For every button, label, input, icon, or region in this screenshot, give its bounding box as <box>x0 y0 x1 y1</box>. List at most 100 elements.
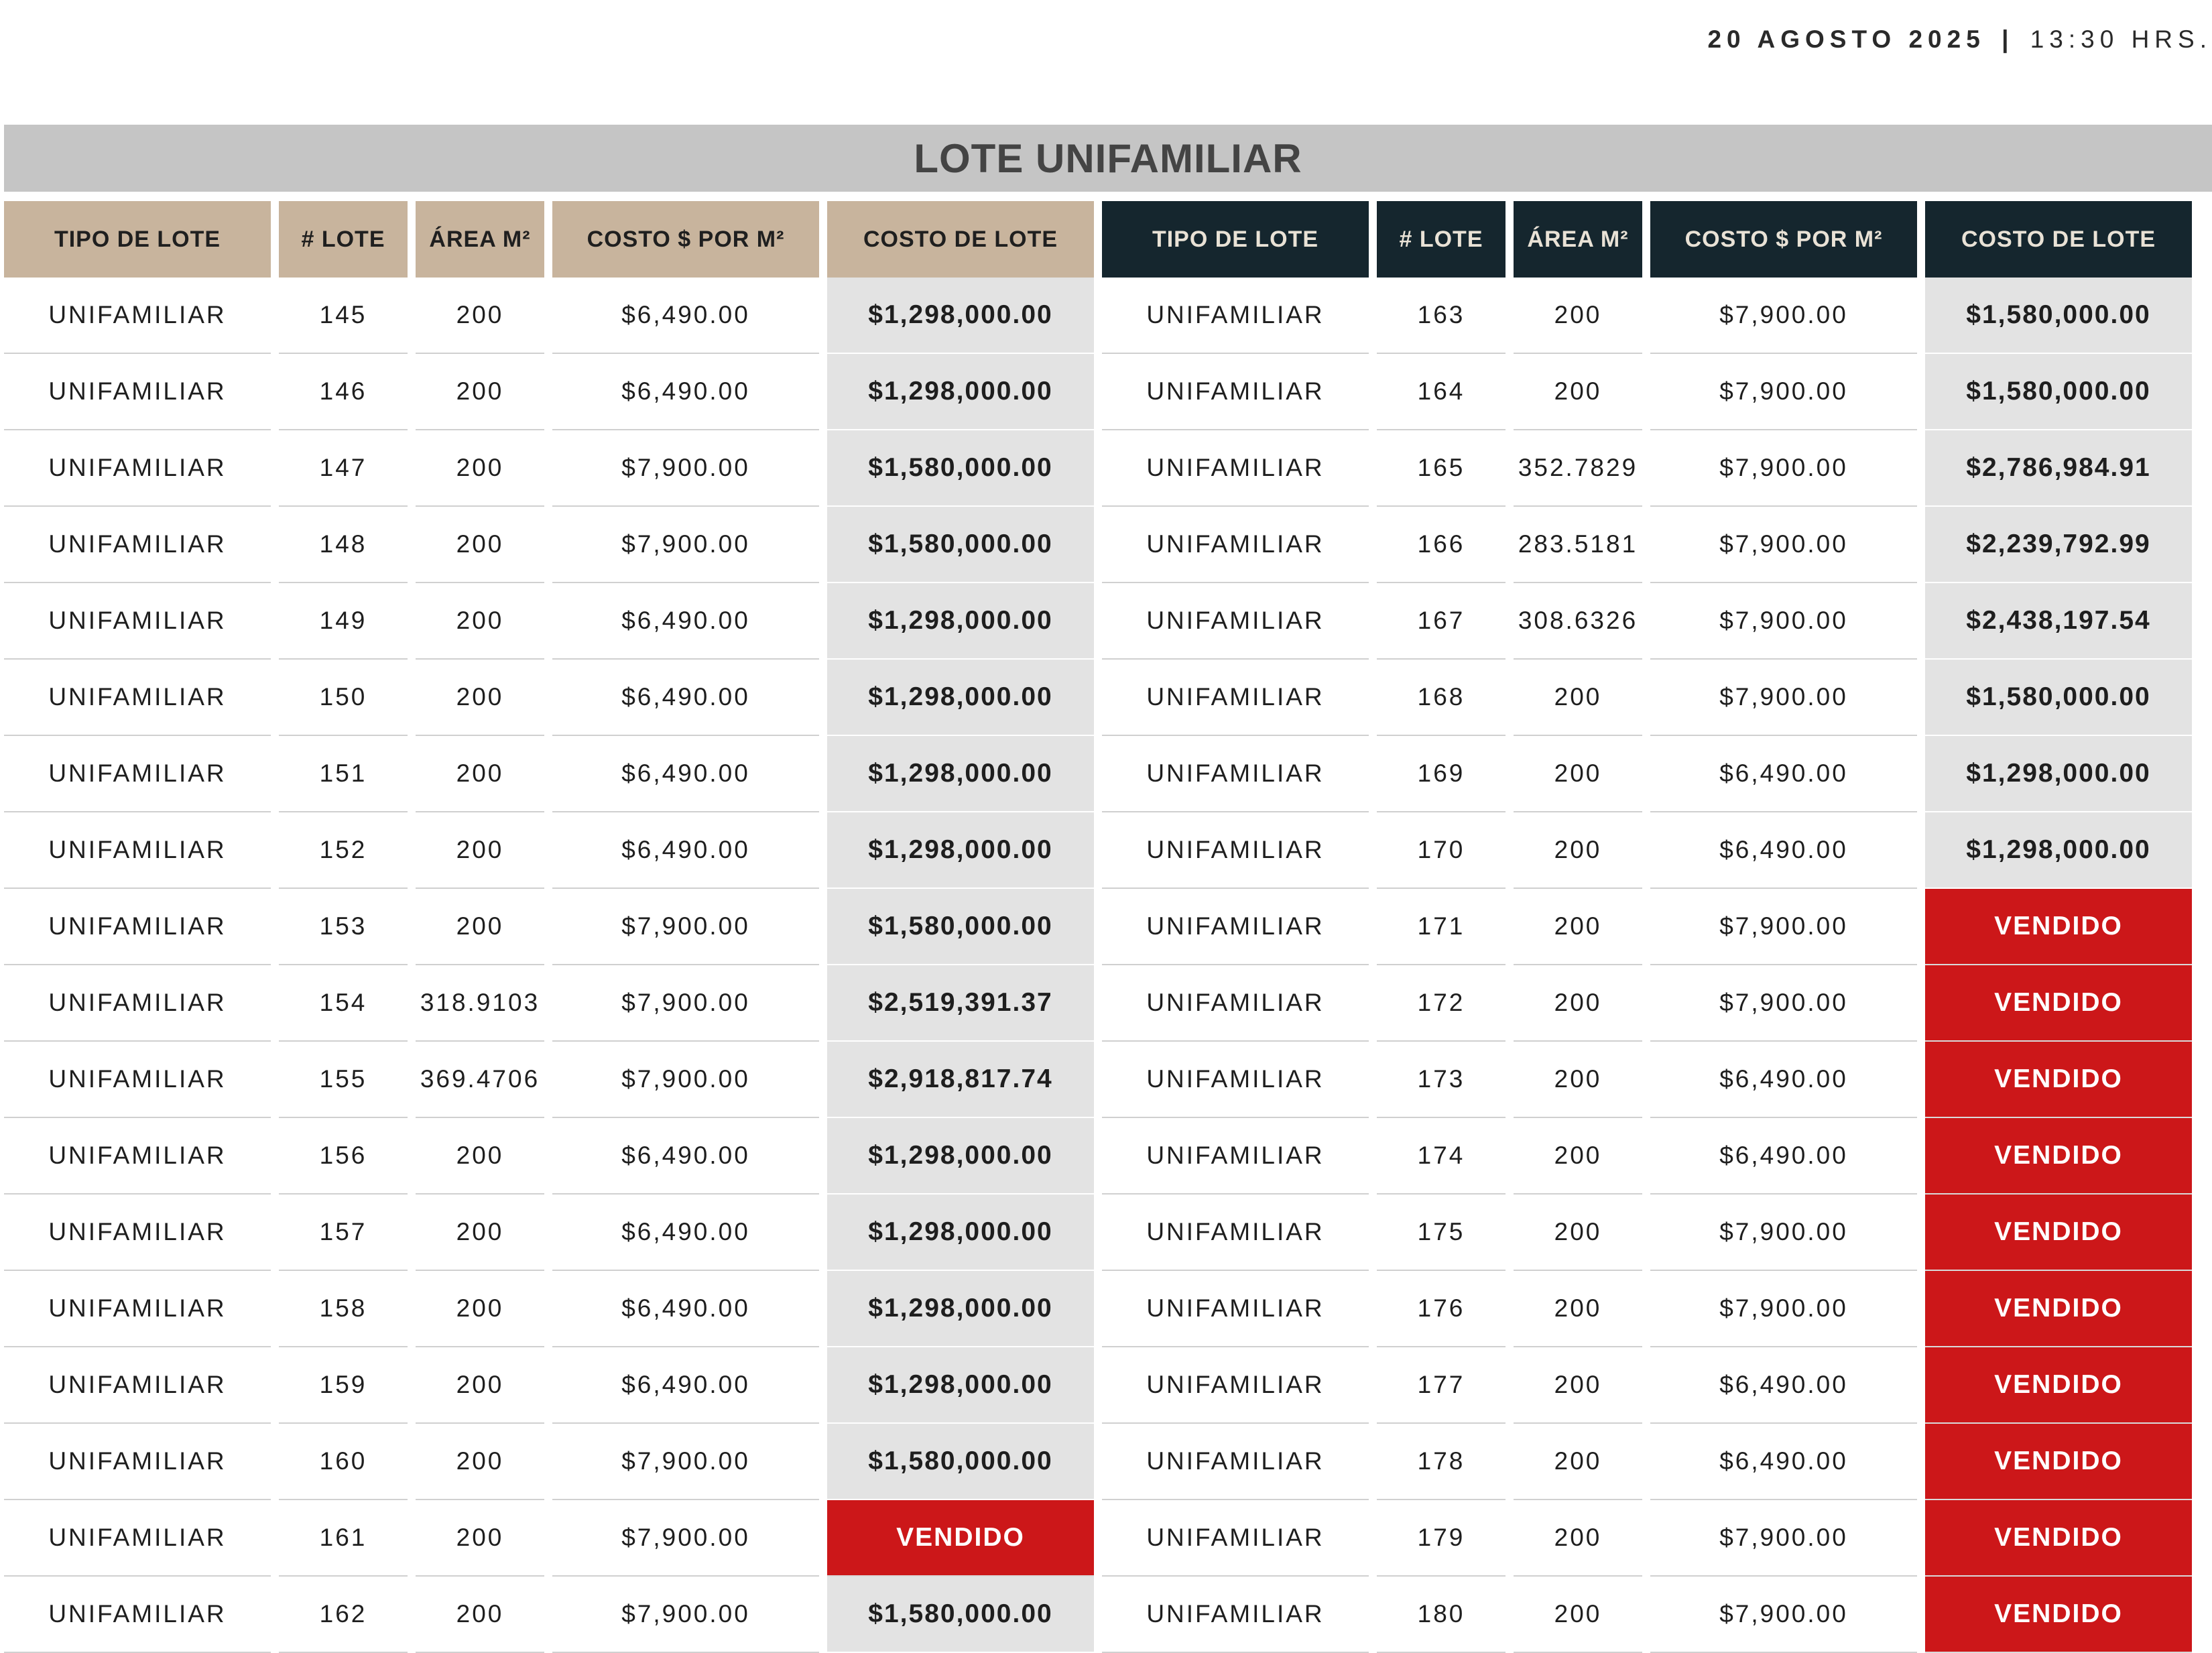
table-title: LOTE UNIFAMILIAR <box>4 125 2212 192</box>
lot-cost-cell: $1,298,000.00 <box>827 736 1094 812</box>
date-separator: | <box>2002 25 2014 53</box>
area-cell: 200 <box>1514 1424 1642 1500</box>
area-cell: 200 <box>416 1577 544 1653</box>
price-per-m2-cell: $7,900.00 <box>1650 1577 1917 1653</box>
time-text: 13:30 HRS. <box>2030 25 2212 53</box>
price-per-m2-cell: $6,490.00 <box>552 354 819 430</box>
lots-table: TIPO DE LOTE # LOTE ÁREA M² COSTO $ POR … <box>4 201 2212 1653</box>
lote-number-cell: 156 <box>279 1118 408 1195</box>
area-cell: 200 <box>416 430 544 507</box>
lote-number-cell: 167 <box>1377 583 1506 660</box>
area-cell: 200 <box>416 1271 544 1347</box>
lote-number-cell: 152 <box>279 812 408 889</box>
price-per-m2-cell: $7,900.00 <box>1650 1271 1917 1347</box>
price-per-m2-cell: $7,900.00 <box>1650 278 1917 354</box>
tipo-cell: UNIFAMILIAR <box>1102 1577 1369 1653</box>
lot-cost-cell: $1,298,000.00 <box>827 1347 1094 1424</box>
tipo-cell: UNIFAMILIAR <box>1102 278 1369 354</box>
lot-cost-cell: $1,580,000.00 <box>827 507 1094 583</box>
lote-number-cell: 176 <box>1377 1271 1506 1347</box>
price-per-m2-cell: $7,900.00 <box>1650 965 1917 1042</box>
header-costo-left: COSTO DE LOTE <box>827 201 1094 278</box>
header-area-right: ÁREA M² <box>1514 201 1642 278</box>
tipo-cell: UNIFAMILIAR <box>1102 1347 1369 1424</box>
header-costo-right: COSTO DE LOTE <box>1925 201 2192 278</box>
price-per-m2-cell: $7,900.00 <box>1650 583 1917 660</box>
tipo-cell: UNIFAMILIAR <box>4 354 271 430</box>
lot-cost-cell: $1,298,000.00 <box>827 278 1094 354</box>
header-area-left: ÁREA M² <box>416 201 544 278</box>
lote-number-cell: 177 <box>1377 1347 1506 1424</box>
tipo-cell: UNIFAMILIAR <box>4 1500 271 1577</box>
lot-cost-cell: $2,239,792.99 <box>1925 507 2192 583</box>
area-cell: 200 <box>1514 1118 1642 1195</box>
lote-number-cell: 158 <box>279 1271 408 1347</box>
tipo-cell: UNIFAMILIAR <box>1102 889 1369 965</box>
area-cell: 200 <box>416 736 544 812</box>
lot-cost-cell: $1,580,000.00 <box>827 1577 1094 1653</box>
tipo-cell: UNIFAMILIAR <box>4 1042 271 1118</box>
area-cell: 200 <box>416 1347 544 1424</box>
area-cell: 200 <box>1514 1042 1642 1118</box>
price-per-m2-cell: $7,900.00 <box>552 889 819 965</box>
tipo-cell: UNIFAMILIAR <box>4 1424 271 1500</box>
lot-cost-cell: $1,298,000.00 <box>827 583 1094 660</box>
tipo-cell: UNIFAMILIAR <box>1102 1195 1369 1271</box>
header-lote-left: # LOTE <box>279 201 408 278</box>
price-per-m2-cell: $6,490.00 <box>552 278 819 354</box>
price-per-m2-cell: $7,900.00 <box>1650 889 1917 965</box>
price-per-m2-cell: $6,490.00 <box>552 1195 819 1271</box>
sold-badge: VENDIDO <box>1925 965 2192 1042</box>
lote-number-cell: 151 <box>279 736 408 812</box>
lot-cost-cell: $1,580,000.00 <box>827 889 1094 965</box>
lote-number-cell: 174 <box>1377 1118 1506 1195</box>
price-per-m2-cell: $6,490.00 <box>1650 812 1917 889</box>
tipo-cell: UNIFAMILIAR <box>1102 507 1369 583</box>
tipo-cell: UNIFAMILIAR <box>4 812 271 889</box>
lot-cost-cell: $1,580,000.00 <box>827 1424 1094 1500</box>
tipo-cell: UNIFAMILIAR <box>1102 812 1369 889</box>
area-cell: 200 <box>1514 354 1642 430</box>
price-per-m2-cell: $6,490.00 <box>552 736 819 812</box>
lote-number-cell: 150 <box>279 660 408 736</box>
tipo-cell: UNIFAMILIAR <box>1102 965 1369 1042</box>
area-cell: 200 <box>1514 660 1642 736</box>
lot-cost-cell: $1,580,000.00 <box>1925 660 2192 736</box>
header-tipo-right: TIPO DE LOTE <box>1102 201 1369 278</box>
sold-badge: VENDIDO <box>1925 1195 2192 1271</box>
lote-number-cell: 149 <box>279 583 408 660</box>
area-cell: 200 <box>416 889 544 965</box>
area-cell: 200 <box>416 1118 544 1195</box>
lote-number-cell: 153 <box>279 889 408 965</box>
tipo-cell: UNIFAMILIAR <box>4 736 271 812</box>
tipo-cell: UNIFAMILIAR <box>1102 1500 1369 1577</box>
tipo-cell: UNIFAMILIAR <box>4 1195 271 1271</box>
lot-cost-cell: $1,580,000.00 <box>1925 354 2192 430</box>
lote-number-cell: 166 <box>1377 507 1506 583</box>
area-cell: 200 <box>416 812 544 889</box>
lote-number-cell: 173 <box>1377 1042 1506 1118</box>
price-per-m2-cell: $7,900.00 <box>1650 507 1917 583</box>
lote-number-cell: 146 <box>279 354 408 430</box>
lot-cost-cell: $1,298,000.00 <box>827 1118 1094 1195</box>
lote-number-cell: 162 <box>279 1577 408 1653</box>
area-cell: 200 <box>416 278 544 354</box>
price-per-m2-cell: $7,900.00 <box>552 507 819 583</box>
lot-cost-cell: $2,438,197.54 <box>1925 583 2192 660</box>
tipo-cell: UNIFAMILIAR <box>1102 736 1369 812</box>
lot-cost-cell: $1,298,000.00 <box>827 812 1094 889</box>
lote-number-cell: 168 <box>1377 660 1506 736</box>
sold-badge: VENDIDO <box>1925 1347 2192 1424</box>
lote-number-cell: 165 <box>1377 430 1506 507</box>
area-cell: 352.7829 <box>1514 430 1642 507</box>
area-cell: 200 <box>1514 889 1642 965</box>
price-per-m2-cell: $7,900.00 <box>1650 1195 1917 1271</box>
area-cell: 200 <box>416 507 544 583</box>
area-cell: 200 <box>416 1195 544 1271</box>
lot-cost-cell: $2,786,984.91 <box>1925 430 2192 507</box>
area-cell: 200 <box>416 1424 544 1500</box>
price-per-m2-cell: $7,900.00 <box>552 965 819 1042</box>
tipo-cell: UNIFAMILIAR <box>4 889 271 965</box>
sold-badge: VENDIDO <box>1925 1271 2192 1347</box>
header-precio-left: COSTO $ POR M² <box>552 201 819 278</box>
